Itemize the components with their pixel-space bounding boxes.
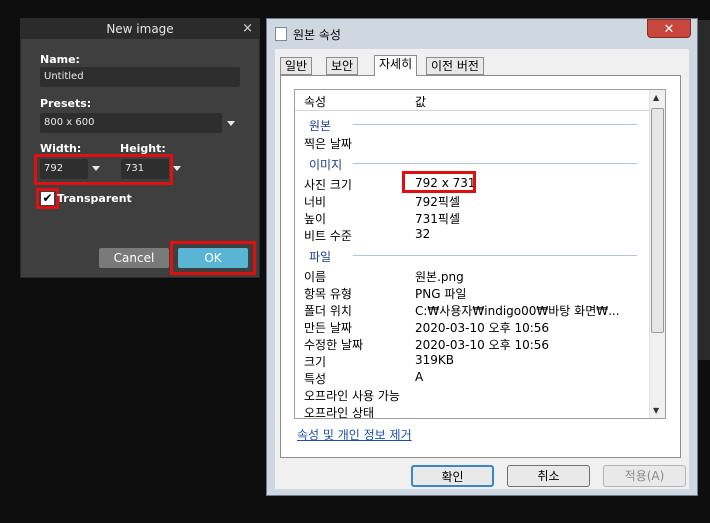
- row-value: 32: [415, 227, 431, 241]
- tab-previous-versions[interactable]: 이전 버전: [426, 57, 484, 75]
- section-divider: [353, 255, 637, 256]
- size-highlight-box: [34, 154, 173, 185]
- new-image-dialog: New image × Name: Untitled Presets: 800 …: [20, 18, 260, 278]
- height-chevron-down-icon[interactable]: [173, 166, 181, 171]
- row-key: 만든 날짜: [304, 321, 352, 335]
- tab-security[interactable]: 보안: [326, 57, 359, 75]
- presets-label: Presets:: [40, 97, 92, 110]
- column-property[interactable]: 속성: [304, 93, 326, 110]
- dimensions-highlight-box: [402, 171, 476, 193]
- section-image: 이미지: [309, 158, 343, 172]
- tab-details[interactable]: 자세히: [374, 55, 418, 76]
- row-key: 폴더 위치: [304, 304, 352, 318]
- row-value: C:₩사용자₩indigo00₩바탕 화면₩...: [415, 304, 620, 318]
- row-key: 특성: [304, 372, 327, 386]
- checkbox-highlight-box: [36, 188, 59, 209]
- row-value: PNG 파일: [415, 287, 467, 301]
- presets-dropdown[interactable]: 800 x 600: [40, 113, 222, 133]
- row-key: 수정한 날짜: [304, 338, 364, 352]
- row-value: A: [415, 370, 424, 384]
- row-key: 너비: [304, 195, 327, 209]
- apply-button[interactable]: 적용(A): [603, 465, 686, 487]
- scroll-up-arrow-icon[interactable]: ▲: [653, 93, 659, 102]
- close-icon[interactable]: ×: [242, 19, 253, 39]
- tab-general[interactable]: 일반: [280, 57, 313, 75]
- row-value: 792픽셀: [415, 195, 460, 209]
- row-value: 319KB: [415, 353, 455, 367]
- background-strip: [698, 20, 710, 360]
- list-header: 속성 값: [295, 90, 650, 111]
- chevron-down-icon[interactable]: [227, 121, 235, 126]
- vertical-scrollbar[interactable]: ▲ ▼: [649, 90, 665, 418]
- section-origin: 원본: [309, 119, 332, 133]
- row-key: 사진 크기: [304, 178, 352, 192]
- row-key: 오프라인 사용 가능: [304, 389, 400, 403]
- cancel-button[interactable]: Cancel: [99, 248, 169, 268]
- section-divider: [353, 124, 637, 125]
- row-key: 높이: [304, 212, 327, 226]
- row-key: 항목 유형: [304, 287, 352, 301]
- row-value: 731픽셀: [415, 212, 460, 226]
- row-value: 원본.png: [415, 270, 464, 284]
- name-label: Name:: [40, 53, 80, 66]
- row-key: 크기: [304, 355, 327, 369]
- details-list[interactable]: 속성 값 원본 찍은 날짜 이미지 사진 크기 792 x 731 너비 792…: [294, 89, 666, 419]
- window-client: 일반 보안 자세히 이전 버전 속성 값 원본 찍은 날짜 이미지 사진 크기 …: [275, 49, 689, 489]
- name-field[interactable]: Untitled: [40, 67, 240, 87]
- row-key: 찍은 날짜: [304, 137, 352, 151]
- ok-highlight-box: [170, 241, 256, 275]
- scroll-down-arrow-icon[interactable]: ▼: [653, 406, 659, 415]
- transparent-label: Transparent: [57, 192, 132, 205]
- dialog-title: New image: [21, 19, 259, 39]
- column-value[interactable]: 값: [415, 93, 426, 110]
- remove-properties-link[interactable]: 속성 및 개인 정보 제거: [297, 426, 412, 443]
- row-key: 오프라인 상태: [304, 406, 375, 419]
- row-key: 이름: [304, 270, 327, 284]
- scrollbar-thumb[interactable]: [651, 108, 664, 333]
- row-key: 비트 수준: [304, 229, 352, 243]
- section-divider: [353, 163, 637, 164]
- close-button[interactable]: ✕: [647, 19, 691, 38]
- cancel-button[interactable]: 취소: [507, 465, 590, 487]
- properties-window: 원본 속성 ✕ 일반 보안 자세히 이전 버전 속성 값 원본 찍은 날짜 이미…: [266, 18, 698, 496]
- window-title: 원본 속성: [293, 28, 341, 42]
- section-file: 파일: [309, 250, 332, 264]
- row-value: 2020-03-10 오후 10:56: [415, 321, 550, 335]
- row-value: 2020-03-10 오후 10:56: [415, 338, 550, 352]
- confirm-button[interactable]: 확인: [411, 465, 494, 487]
- file-icon: [275, 27, 287, 41]
- title-bar[interactable]: 원본 속성 ✕: [267, 19, 697, 49]
